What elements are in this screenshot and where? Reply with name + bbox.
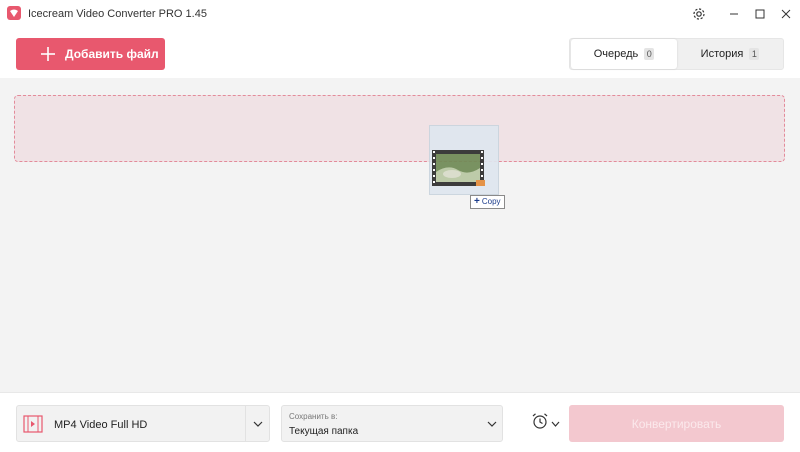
tab-queue-label: Очередь	[593, 48, 639, 60]
maximize-icon	[755, 9, 765, 19]
window-title: Icecream Video Converter PRO 1.45	[28, 8, 207, 20]
title-bar: Icecream Video Converter PRO 1.45	[0, 0, 800, 28]
chevron-down-icon[interactable]	[245, 406, 269, 441]
file-drop-zone[interactable]	[14, 95, 785, 162]
output-format-select[interactable]: MP4 Video Full HD	[16, 405, 270, 442]
close-icon	[781, 9, 791, 19]
film-icon	[23, 415, 43, 433]
add-file-label: Добавить файл	[65, 47, 159, 61]
convert-button[interactable]: Конвертировать	[569, 405, 784, 442]
history-count-badge: 1	[749, 48, 760, 60]
queue-count-badge: 0	[644, 48, 655, 60]
tab-queue[interactable]: Очередь 0	[571, 39, 677, 69]
settings-button[interactable]	[684, 0, 714, 28]
chevron-down-icon	[551, 414, 560, 432]
chevron-down-icon	[486, 417, 498, 429]
plus-icon	[40, 46, 56, 62]
app-logo-icon	[7, 6, 21, 20]
gear-icon	[692, 7, 706, 21]
add-file-button[interactable]: Добавить файл	[16, 38, 165, 70]
toolbar: Добавить файл Очередь 0 История 1	[0, 28, 800, 78]
dragged-file-thumbnail	[429, 125, 499, 195]
format-value: MP4 Video Full HD	[54, 419, 148, 431]
tab-history-label: История	[700, 48, 744, 60]
tab-switcher: Очередь 0 История 1	[569, 38, 784, 70]
save-location-select[interactable]: Сохранить в: Текущая папка	[281, 405, 503, 442]
schedule-button[interactable]	[531, 412, 561, 435]
tab-history[interactable]: История 1	[677, 39, 783, 69]
close-button[interactable]	[771, 0, 800, 28]
bottom-bar: MP4 Video Full HD Сохранить в: Текущая п…	[0, 392, 800, 452]
copy-plus-icon: +	[474, 196, 480, 207]
copy-label: Copy	[481, 197, 501, 206]
alarm-clock-icon	[531, 412, 549, 435]
save-location-caption: Сохранить в:	[289, 412, 338, 421]
copy-drop-tooltip: + Copy	[470, 195, 505, 209]
minimize-icon	[729, 9, 739, 19]
save-location-value: Текущая папка	[289, 426, 359, 437]
